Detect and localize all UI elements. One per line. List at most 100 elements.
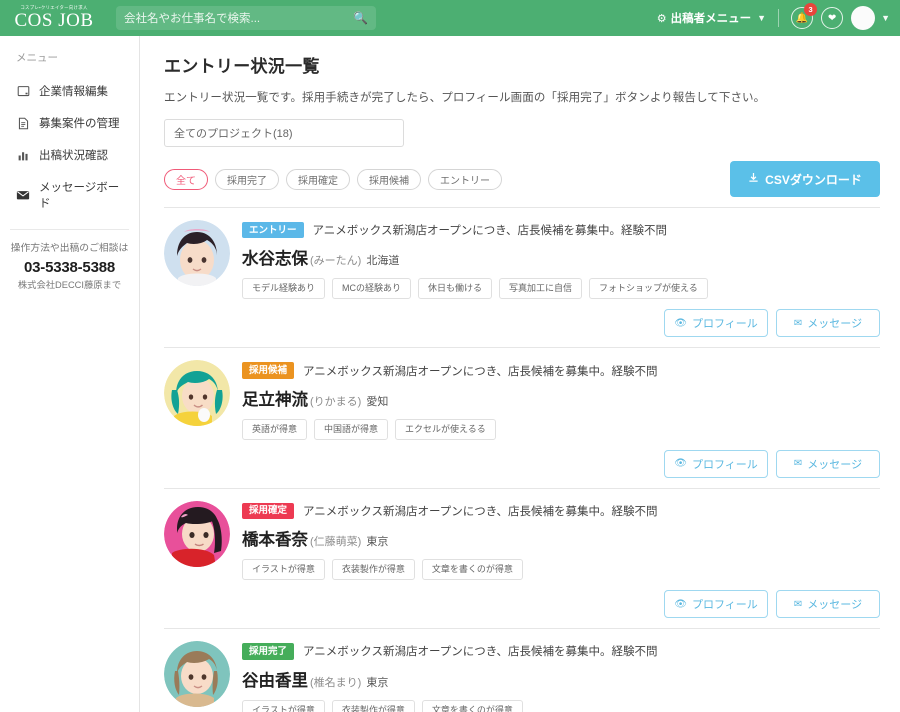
entry-person-region: 愛知 [366, 393, 388, 409]
entry-status-line: 採用完了 アニメボックス新潟店オープンにつき、店長候補を募集中。経験不問 [242, 643, 880, 659]
page-body: メニュー 企業情報編集 募集案件の管理 出稿状況確認 メッセージボード [0, 36, 900, 712]
entry-person-name[interactable]: 谷由香里 [242, 667, 308, 691]
envelope-icon: ✉ [794, 599, 802, 610]
entry-status-line: 採用候補 アニメボックス新潟店オープンにつき、店長候補を募集中。経験不問 [242, 362, 880, 378]
entry-person-region: 北海道 [366, 252, 399, 268]
status-badge: 採用候補 [242, 362, 294, 378]
project-filter-select[interactable]: 全てのプロジェクト(18) [164, 119, 404, 147]
header-divider [778, 9, 779, 27]
profile-button[interactable]: 👁 プロフィール [664, 450, 768, 478]
contact-phone-number: 03-5338-5388 [6, 257, 133, 277]
entry-card[interactable]: 採用完了 アニメボックス新潟店オープンにつき、店長候補を募集中。経験不問 谷由香… [164, 628, 880, 712]
sidebar-item-job-management[interactable]: 募集案件の管理 [0, 107, 139, 139]
publisher-menu-button[interactable]: ⚙ 出稿者メニュー ▼ [657, 10, 778, 26]
entry-project-title[interactable]: アニメボックス新潟店オープンにつき、店長候補を募集中。経験不問 [303, 503, 657, 519]
user-menu-chevron-down-icon[interactable]: ▼ [881, 13, 890, 23]
sidebar-contact-block: 操作方法や出稿のご相談は 03-5338-5388 株式会社DECCI藤原まで [0, 230, 139, 291]
entry-card[interactable]: エントリー アニメボックス新潟店オープンにつき、店長候補を募集中。経験不問 水谷… [164, 207, 880, 347]
entry-header: 採用候補 アニメボックス新潟店オープンにつき、店長候補を募集中。経験不問 足立神… [164, 360, 880, 439]
envelope-icon: ✉ [794, 458, 802, 469]
avatar[interactable] [164, 501, 230, 567]
chevron-down-icon: ▼ [757, 13, 766, 23]
entry-details: 採用確定 アニメボックス新潟店オープンにつき、店長候補を募集中。経験不問 橋本香… [242, 501, 880, 580]
download-icon [748, 172, 759, 186]
entry-person-alias: (椎名まり) [310, 674, 361, 690]
filter-pill-candidate[interactable]: 採用候補 [357, 169, 421, 190]
avatar[interactable] [164, 360, 230, 426]
entry-person-name[interactable]: 水谷志保 [242, 245, 308, 269]
status-badge: エントリー [242, 222, 304, 238]
entry-person-name[interactable]: 足立神流 [242, 386, 308, 410]
sidebar-item-message-board[interactable]: メッセージボード [0, 171, 139, 219]
entry-person-region: 東京 [366, 674, 388, 690]
page-title: エントリー状況一覧 [164, 52, 880, 77]
filter-pill-all[interactable]: 全て [164, 169, 208, 190]
header-right-group: ⚙ 出稿者メニュー ▼ 🔔 3 ❤ ▼ [657, 0, 890, 36]
entry-tag: イラストが得意 [242, 559, 325, 580]
entry-tag: 英語が得意 [242, 419, 307, 440]
entry-tag-list: モデル経験あり MCの経験あり 休日も働ける 写真加工に自信 フォトショップが使… [242, 278, 880, 299]
sidebar-heading: メニュー [0, 50, 139, 75]
eye-icon: 👁 [674, 599, 687, 610]
status-badge: 採用確定 [242, 503, 294, 519]
message-button[interactable]: ✉ メッセージ [776, 450, 880, 478]
profile-button[interactable]: 👁 プロフィール [664, 590, 768, 618]
filter-pill-entry[interactable]: エントリー [428, 169, 502, 190]
entry-project-title[interactable]: アニメボックス新潟店オープンにつき、店長候補を募集中。経験不問 [303, 643, 657, 659]
message-button-label: メッセージ [807, 596, 862, 612]
logo[interactable]: コスプレ・クリエイター向け求人 COS JOB [0, 0, 108, 36]
entry-name-line: 水谷志保 (みーたん) 北海道 [242, 245, 880, 269]
search-icon[interactable]: 🔍 [353, 12, 368, 24]
favorites-button[interactable]: ❤ [821, 7, 843, 29]
building-icon [16, 84, 30, 98]
notifications-button[interactable]: 🔔 3 [791, 7, 813, 29]
csv-download-button[interactable]: CSVダウンロード [730, 161, 880, 197]
entry-header: 採用確定 アニメボックス新潟店オープンにつき、店長候補を募集中。経験不問 橋本香… [164, 501, 880, 580]
entry-status-line: エントリー アニメボックス新潟店オープンにつき、店長候補を募集中。経験不問 [242, 222, 880, 238]
profile-button-label: プロフィール [692, 456, 758, 472]
entry-details: 採用候補 アニメボックス新潟店オープンにつき、店長候補を募集中。経験不問 足立神… [242, 360, 880, 439]
profile-button[interactable]: 👁 プロフィール [664, 309, 768, 337]
sidebar-item-label: 企業情報編集 [39, 83, 108, 99]
entry-name-line: 足立神流 (りかまる) 愛知 [242, 386, 880, 410]
entry-person-alias: (仁藤萌菜) [310, 533, 361, 549]
entry-tag: エクセルが使えるる [395, 419, 496, 440]
contact-intro: 操作方法や出稿のご相談は [6, 242, 133, 257]
gear-icon: ⚙ [657, 12, 667, 25]
entry-tag: 休日も働ける [418, 278, 492, 299]
entry-person-name[interactable]: 橋本香奈 [242, 526, 308, 550]
entry-tag: 衣装製作が得意 [332, 559, 415, 580]
logo-tagline: コスプレ・クリエイター向け求人 [20, 6, 87, 10]
user-avatar[interactable] [851, 6, 875, 30]
avatar[interactable] [164, 641, 230, 707]
entry-tag-list: イラストが得意 衣装製作が得意 文章を書くのが得意 [242, 559, 880, 580]
filter-pill-hired-complete[interactable]: 採用完了 [215, 169, 279, 190]
entry-name-line: 谷由香里 (椎名まり) 東京 [242, 667, 880, 691]
entry-header: エントリー アニメボックス新潟店オープンにつき、店長候補を募集中。経験不問 水谷… [164, 220, 880, 299]
sidebar-item-label: 募集案件の管理 [39, 115, 120, 131]
sidebar-item-posting-status[interactable]: 出稿状況確認 [0, 139, 139, 171]
avatar[interactable] [164, 220, 230, 286]
envelope-icon: ✉ [794, 318, 802, 329]
message-button[interactable]: ✉ メッセージ [776, 309, 880, 337]
publisher-menu-label: 出稿者メニュー [671, 10, 752, 26]
document-icon [16, 116, 30, 130]
notification-count-badge: 3 [804, 3, 817, 16]
entry-header: 採用完了 アニメボックス新潟店オープンにつき、店長候補を募集中。経験不問 谷由香… [164, 641, 880, 712]
sidebar-item-company-info[interactable]: 企業情報編集 [0, 75, 139, 107]
entry-tag: イラストが得意 [242, 700, 325, 712]
entry-card[interactable]: 採用確定 アニメボックス新潟店オープンにつき、店長候補を募集中。経験不問 橋本香… [164, 488, 880, 628]
entry-card[interactable]: 採用候補 アニメボックス新潟店オープンにつき、店長候補を募集中。経験不問 足立神… [164, 347, 880, 487]
entry-project-title[interactable]: アニメボックス新潟店オープンにつき、店長候補を募集中。経験不問 [303, 363, 657, 379]
search-input[interactable]: 会社名やお仕事名で検索... 🔍 [116, 6, 376, 30]
eye-icon: 👁 [674, 318, 687, 329]
message-button[interactable]: ✉ メッセージ [776, 590, 880, 618]
logo-wordmark: COS JOB [15, 11, 94, 31]
filter-pill-hired-confirmed[interactable]: 採用確定 [286, 169, 350, 190]
message-button-label: メッセージ [807, 456, 862, 472]
sidebar: メニュー 企業情報編集 募集案件の管理 出稿状況確認 メッセージボード [0, 36, 140, 712]
csv-download-label: CSVダウンロード [765, 171, 862, 188]
entry-project-title[interactable]: アニメボックス新潟店オープンにつき、店長候補を募集中。経験不問 [313, 222, 667, 238]
sidebar-item-label: 出稿状況確認 [39, 147, 108, 163]
app-header: コスプレ・クリエイター向け求人 COS JOB 会社名やお仕事名で検索... 🔍… [0, 0, 900, 36]
